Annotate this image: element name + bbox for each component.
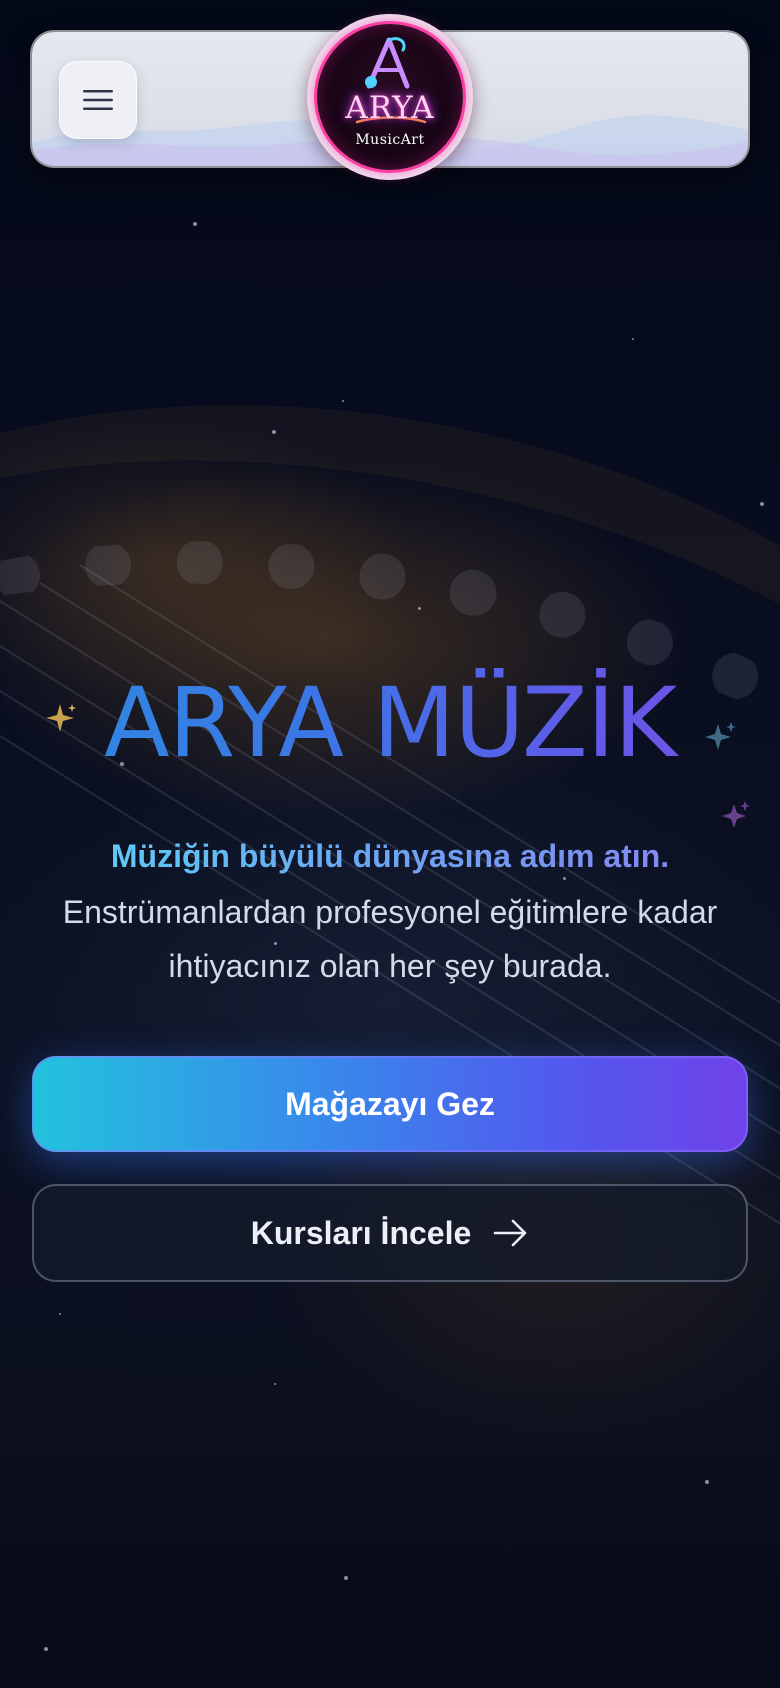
shop-button-label: Mağazayı Gez	[285, 1085, 495, 1122]
shop-button[interactable]: Mağazayı Gez	[32, 1056, 748, 1152]
hamburger-menu-icon	[83, 90, 113, 110]
star-dot	[418, 607, 421, 610]
star-dot	[274, 1383, 276, 1385]
courses-button[interactable]: Kursları İncele	[32, 1184, 748, 1282]
star-dot	[193, 222, 197, 226]
arrow-right-icon	[493, 1219, 527, 1247]
star-dot	[344, 1576, 348, 1580]
logo-badge: ARYA MusicArt	[317, 24, 463, 170]
star-dot	[342, 400, 344, 402]
hero-title: ARYA MÜZİK	[0, 668, 780, 778]
brand-logo[interactable]: ARYA MusicArt	[307, 14, 473, 180]
star-dot	[760, 502, 764, 506]
star-dot	[44, 1647, 48, 1651]
star-dot	[705, 1480, 709, 1484]
menu-button[interactable]	[59, 61, 137, 139]
logo-tagline: MusicArt	[355, 132, 425, 148]
hero-tagline: Müziğin büyülü dünyasına adım atın.	[0, 834, 780, 878]
logo-wordmark: ARYA	[345, 90, 435, 126]
star-dot	[59, 1313, 61, 1315]
star-dot	[632, 338, 634, 340]
star-dot	[272, 430, 276, 434]
hero-description: Enstrümanlardan profesyonel eğitimlere k…	[62, 894, 718, 984]
sparkle-purple-icon	[722, 801, 750, 828]
courses-button-label: Kursları İncele	[250, 1214, 472, 1251]
